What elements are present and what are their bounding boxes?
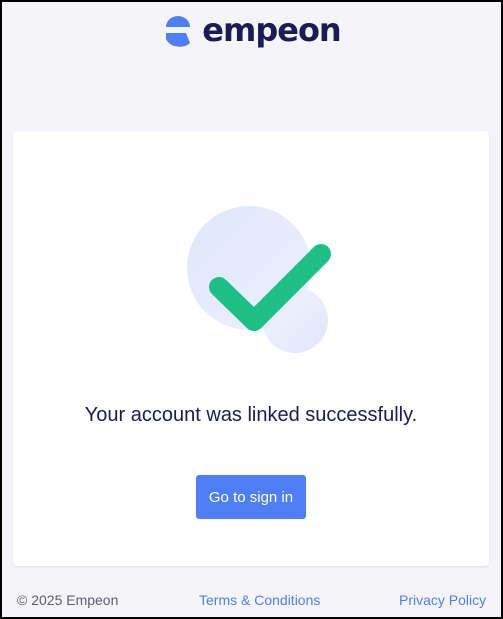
footer: © 2025 Empeon Terms & Conditions Privacy… [2, 590, 501, 612]
brand-name: empeon [202, 11, 341, 49]
confirmation-card: Your account was linked successfully. Go… [13, 131, 489, 566]
empeon-logo-icon [166, 16, 191, 47]
terms-and-conditions-link[interactable]: Terms & Conditions [199, 592, 320, 608]
brand-logo: empeon [162, 11, 342, 49]
header: empeon [2, 2, 501, 62]
page-frame: empeon Your account was linked successfu… [2, 2, 501, 617]
copyright-text: © 2025 Empeon [17, 592, 119, 608]
checkmark-icon [187, 206, 331, 353]
privacy-policy-link[interactable]: Privacy Policy [399, 592, 486, 608]
success-message: Your account was linked successfully. [84, 404, 418, 426]
go-to-sign-in-button[interactable]: Go to sign in [196, 475, 306, 519]
